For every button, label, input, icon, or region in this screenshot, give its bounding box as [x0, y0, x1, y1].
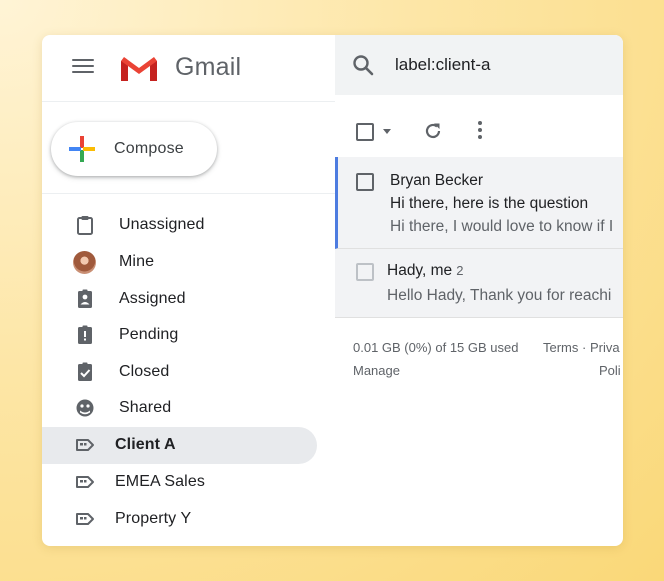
gmail-window: Gmail label:client-a Compose Unassigned … — [42, 35, 623, 546]
policy-link[interactable]: Poli — [599, 363, 621, 378]
pending-clipboard-icon — [78, 325, 92, 344]
compose-plus-icon — [69, 136, 95, 162]
storage-usage: 0.01 GB (0%) of 15 GB used — [353, 340, 519, 355]
manage-link[interactable]: Manage — [353, 363, 400, 378]
sidebar-item-pending[interactable]: Pending — [42, 317, 317, 354]
header-divider — [42, 101, 335, 102]
sidebar-item-label: Closed — [119, 363, 170, 380]
compose-label: Compose — [114, 140, 184, 157]
sidebar-divider — [42, 193, 335, 194]
email-snippet: Hi there, I would love to know if I — [390, 218, 614, 235]
email-sender-name: Hady, me — [387, 262, 453, 279]
assigned-badge-icon — [78, 289, 92, 308]
email-row[interactable]: Hady, me 2 Hello Hady, Thank you for reac… — [335, 249, 623, 318]
email-checkbox[interactable] — [356, 263, 374, 281]
sidebar-item-assigned[interactable]: Assigned — [42, 281, 317, 318]
label-icon — [76, 513, 94, 525]
sidebar-item-property-y[interactable]: Property Y — [42, 501, 317, 538]
email-checkbox[interactable] — [356, 173, 374, 191]
sidebar-item-client-a[interactable]: Client A — [42, 427, 317, 464]
more-vert-icon[interactable] — [478, 121, 482, 139]
sidebar-item-label: Shared — [119, 399, 172, 416]
compose-button[interactable]: Compose — [51, 122, 217, 176]
sidebar-item-mine[interactable]: Mine — [42, 244, 317, 281]
terms-link[interactable]: Terms · Priva — [543, 340, 620, 355]
sidebar-item-label: Client A — [115, 436, 176, 453]
sidebar-item-label: Assigned — [119, 290, 186, 307]
label-icon — [76, 439, 94, 451]
sidebar-item-emea-sales[interactable]: EMEA Sales — [42, 464, 317, 501]
gmail-logo-icon[interactable] — [118, 53, 160, 83]
sidebar-item-label: Property Y — [115, 510, 192, 527]
gmail-brand-text: Gmail — [175, 53, 242, 81]
mail-footer: 0.01 GB (0%) of 15 GB used Manage Terms … — [335, 335, 623, 395]
sidebar-item-label: Pending — [119, 326, 179, 343]
sidebar-item-unassigned[interactable]: Unassigned — [42, 207, 317, 244]
refresh-icon[interactable] — [423, 121, 443, 141]
sidebar-item-shared[interactable]: Shared — [42, 390, 317, 427]
email-subject: Hi there, here is the question — [390, 195, 589, 212]
main-menu-icon[interactable] — [72, 59, 94, 75]
check-clipboard-icon — [78, 362, 92, 381]
email-snippet: Hello Hady, Thank you for reachi — [387, 287, 612, 304]
sidebar-item-closed[interactable]: Closed — [42, 354, 317, 391]
thread-count: 2 — [456, 263, 464, 278]
select-dropdown-icon[interactable] — [383, 129, 391, 134]
search-bar[interactable]: label:client-a — [335, 35, 623, 95]
mail-toolbar — [335, 101, 623, 157]
search-icon[interactable] — [352, 54, 374, 76]
search-input[interactable]: label:client-a — [395, 55, 490, 75]
sidebar-item-label: Mine — [119, 253, 155, 270]
sidebar-item-label: EMEA Sales — [115, 473, 205, 490]
shared-face-icon — [76, 399, 94, 417]
select-all-checkbox[interactable] — [356, 123, 374, 141]
avatar — [73, 251, 96, 274]
clipboard-icon — [77, 216, 93, 235]
email-row[interactable]: Bryan Becker Hi there, here is the quest… — [335, 157, 623, 249]
email-sender: Hady, me 2 — [387, 262, 463, 280]
sidebar-item-label: Unassigned — [119, 216, 205, 233]
email-sender: Bryan Becker — [390, 172, 484, 189]
label-icon — [76, 476, 94, 488]
